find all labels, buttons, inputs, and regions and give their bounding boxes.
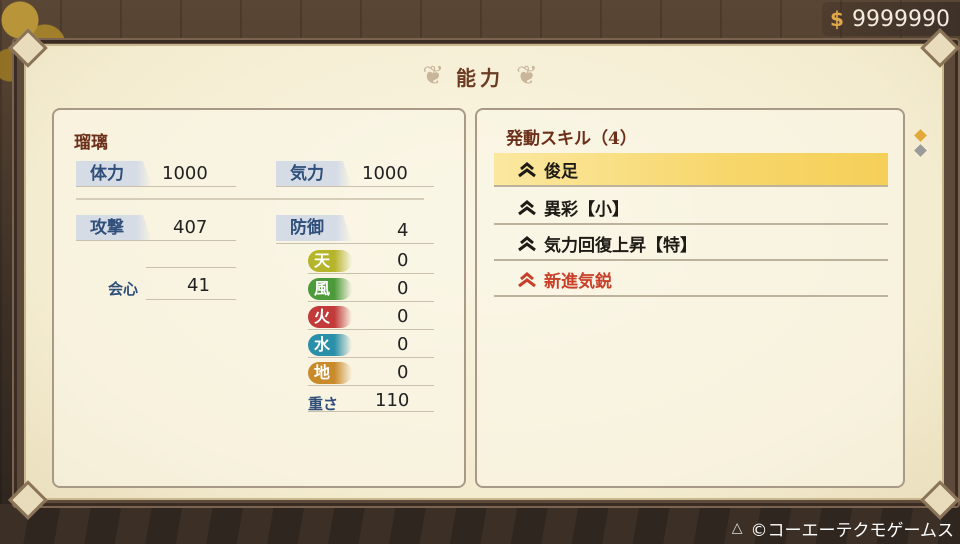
stat-value-bougyo: 4 — [397, 220, 409, 241]
element-badge-ten: 天 — [308, 250, 352, 272]
skill-name: 俊足 — [544, 161, 578, 182]
skill-chevron-icon — [518, 162, 536, 178]
skill-item[interactable]: 新進気鋭 — [494, 263, 888, 297]
stat-label-kougeki: 攻撃 — [76, 215, 152, 241]
money-value: 9999990 — [852, 6, 950, 32]
character-name: 瑠璃 — [74, 133, 108, 153]
divider — [276, 243, 434, 244]
divider — [146, 299, 236, 300]
divider — [308, 301, 434, 302]
stat-value-kougeki: 407 — [173, 217, 208, 238]
element-badge-mizu: 水 — [308, 334, 352, 356]
divider — [276, 186, 434, 187]
divider — [76, 186, 236, 187]
wing-ornament-icon: ❦ — [422, 61, 444, 91]
element-badge-chi: 地 — [308, 362, 352, 384]
element-value-chi: 0 — [397, 362, 409, 383]
skill-item[interactable]: 俊足 — [494, 153, 888, 187]
divider — [308, 329, 434, 330]
stat-value-kiryoku: 1000 — [362, 163, 408, 184]
skill-name: 新進気鋭 — [544, 271, 612, 292]
divider — [308, 411, 434, 412]
skills-header: 発動スキル（4） — [506, 129, 637, 149]
skill-item[interactable]: 異彩【小】 — [494, 191, 888, 225]
divider — [308, 273, 434, 274]
copyright-text: ©コーエーテクモゲームス — [750, 520, 955, 541]
triangle-button-icon[interactable]: △ — [732, 520, 743, 536]
diamond-icon — [913, 129, 927, 142]
stat-value-kaishin: 41 — [187, 275, 210, 296]
divider — [308, 385, 434, 386]
element-badge-hi: 火 — [308, 306, 352, 328]
stat-label-bougyo: 防御 — [276, 215, 352, 241]
divider — [308, 357, 434, 358]
stat-label-tairyoku: 体力 — [76, 161, 152, 187]
stat-value-tairyoku: 1000 — [162, 163, 208, 184]
divider — [76, 240, 236, 241]
diamond-icon — [913, 144, 927, 157]
element-value-hi: 0 — [397, 306, 409, 327]
title-bar: ❦ 能力 ❦ — [400, 58, 560, 94]
coin-icon: $ — [830, 7, 844, 31]
footer: △ ©コーエーテクモゲームス — [732, 514, 954, 542]
element-value-kaze: 0 — [397, 278, 409, 299]
page-title: 能力 — [456, 65, 504, 90]
skill-name: 気力回復上昇【特】 — [544, 235, 697, 256]
stat-label-kiryoku: 気力 — [276, 161, 352, 187]
skill-item[interactable]: 気力回復上昇【特】 — [494, 227, 888, 261]
scroll-indicator[interactable] — [913, 128, 927, 161]
element-badge-kaze: 風 — [308, 278, 352, 300]
wing-ornament-icon: ❦ — [516, 61, 538, 91]
stat-label-kaishin: 会心 — [108, 280, 139, 298]
divider — [146, 267, 236, 268]
element-value-ten: 0 — [397, 250, 409, 271]
section-divider — [76, 198, 424, 200]
element-value-mizu: 0 — [397, 334, 409, 355]
skill-chevron-icon — [518, 236, 536, 252]
skill-name: 異彩【小】 — [544, 199, 629, 220]
skill-chevron-icon — [518, 200, 536, 216]
skill-chevron-icon — [518, 272, 536, 288]
